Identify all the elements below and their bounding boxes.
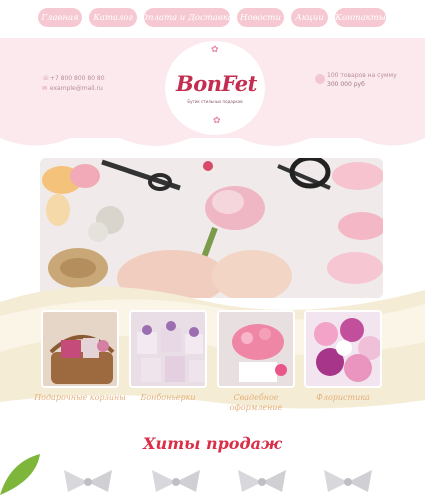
header-email[interactable]: ✉ example@mail.ru — [42, 85, 103, 92]
cart-icon — [315, 74, 325, 84]
category-bonbonnieres-image[interactable] — [129, 310, 207, 388]
logo-text: BonFet — [176, 71, 257, 96]
bestseller-product-image[interactable] — [318, 466, 378, 495]
ribbon-bow-illustration — [64, 470, 112, 492]
flower-icon: ✿ — [211, 45, 219, 55]
leaf-decoration — [0, 454, 40, 495]
category-floristry-image[interactable] — [304, 310, 382, 388]
bestseller-product-image[interactable] — [58, 466, 118, 495]
nav-item-payment-delivery[interactable]: Оплата и Доставка — [141, 8, 233, 27]
hero-banner-image — [40, 158, 383, 298]
bestsellers-heading: Хиты продаж — [143, 434, 282, 453]
floristry-illustration — [306, 312, 380, 386]
bestseller-product-image[interactable] — [146, 466, 206, 495]
category-label-wedding-decor[interactable]: Свадебное оформление — [210, 393, 302, 413]
mail-icon: ✉ — [42, 85, 48, 92]
ribbon-bow-illustration — [324, 470, 372, 492]
gift-basket-illustration — [43, 312, 117, 386]
wedding-decor-illustration — [219, 312, 293, 386]
top-navigation: Главная Каталог Оплата и Доставка Новост… — [0, 0, 425, 38]
flower-icon: ✿ — [213, 116, 221, 126]
category-wedding-decor-image[interactable] — [217, 310, 295, 388]
category-label-floristry[interactable]: Флористика — [297, 393, 389, 403]
bonbonniere-illustration — [131, 312, 205, 386]
category-gift-baskets-image[interactable] — [41, 310, 119, 388]
nav-item-contacts[interactable]: Контакты — [335, 8, 386, 27]
bestseller-product-image[interactable] — [232, 466, 292, 495]
category-label-gift-baskets[interactable]: Подарочные корзины — [34, 393, 126, 403]
ribbon-bow-illustration — [238, 470, 286, 492]
hero-flowers-illustration — [40, 158, 383, 298]
ribbon-bow-illustration — [152, 470, 200, 492]
nav-item-home[interactable]: Главная — [38, 8, 82, 27]
nav-item-promotions[interactable]: Акции — [291, 8, 328, 27]
header-phone[interactable]: ☏ +7 800 800 80 80 — [42, 75, 105, 82]
category-label-bonbonnieres[interactable]: Бонбоньерки — [122, 393, 214, 403]
nav-item-news[interactable]: Новости — [237, 8, 284, 27]
logo-subtitle: Бутик стильных подарков — [187, 99, 243, 104]
phone-icon: ☏ — [42, 75, 50, 82]
nav-item-catalog[interactable]: Каталог — [89, 8, 137, 27]
